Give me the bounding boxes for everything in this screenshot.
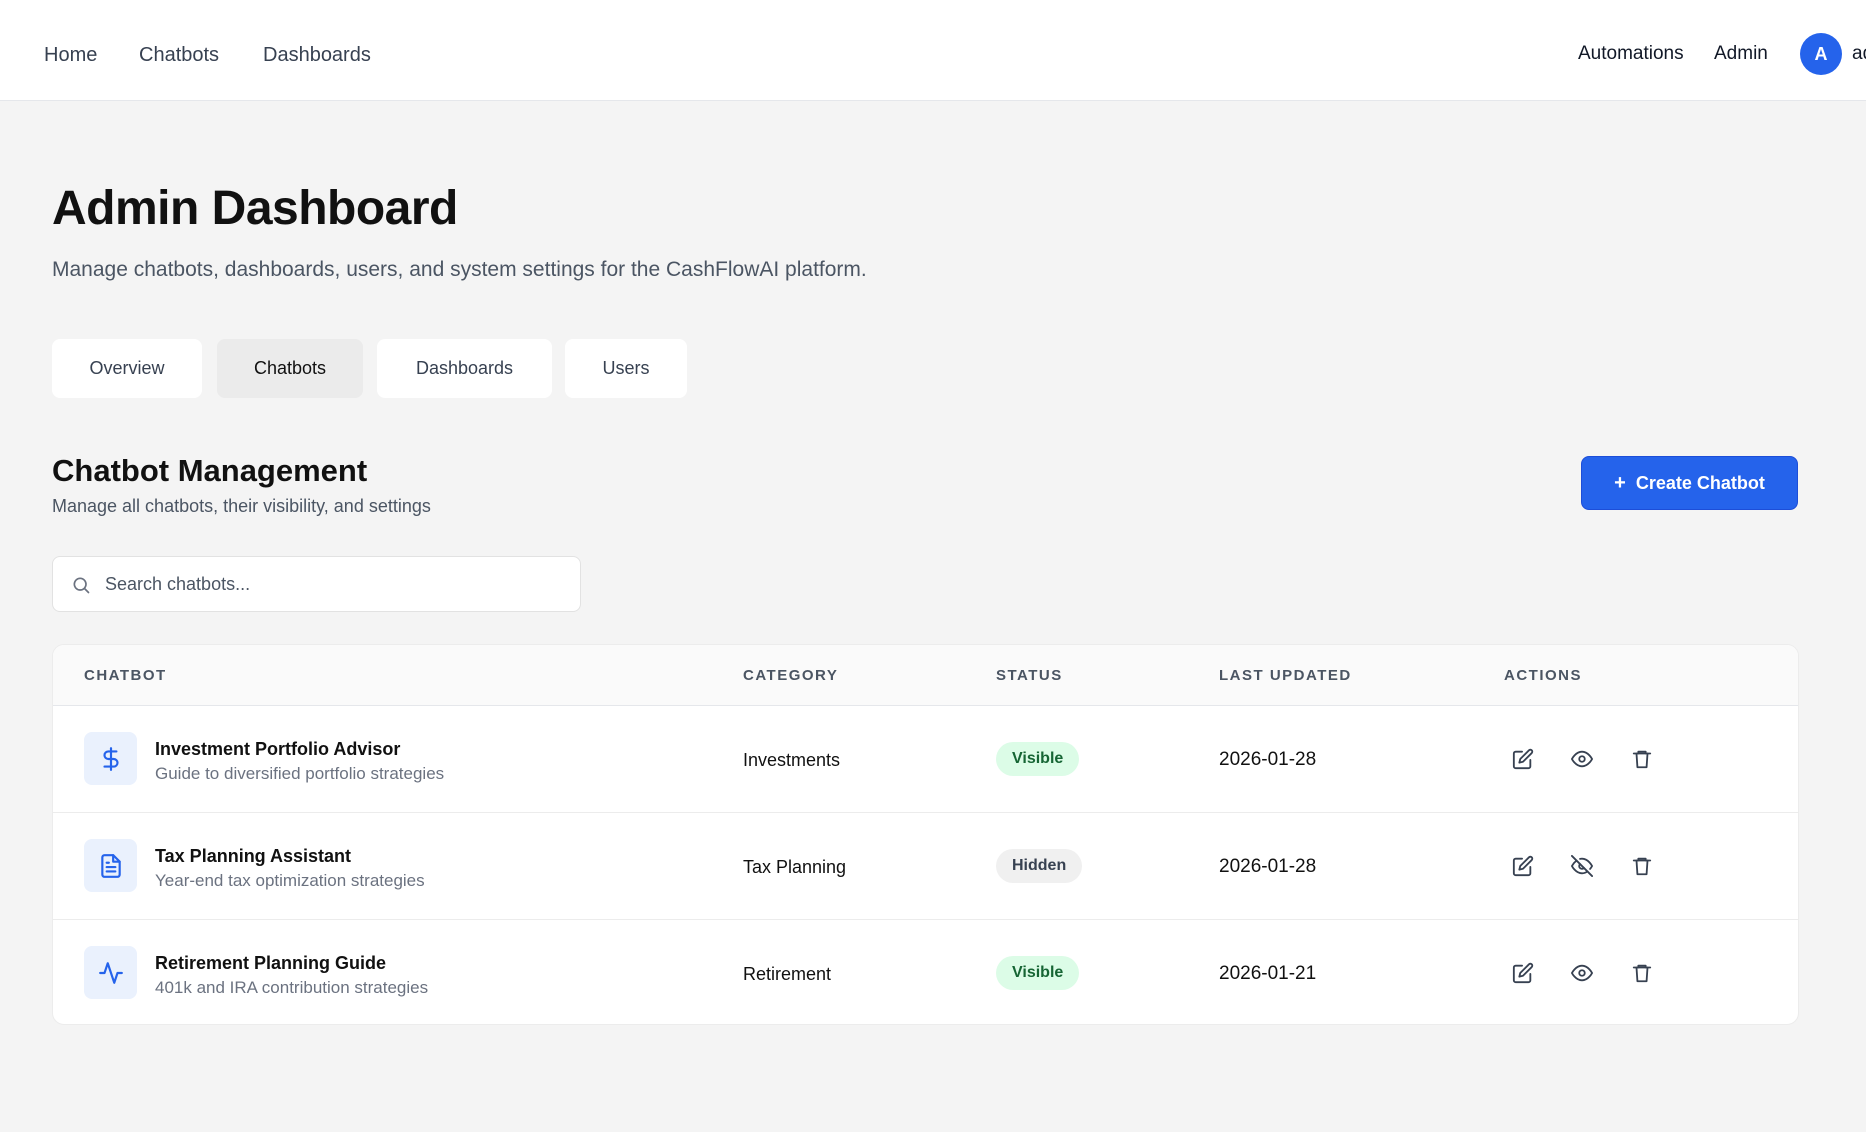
dollar-icon [102, 746, 119, 771]
chatbot-icon-tile [84, 839, 137, 892]
activity-icon [98, 961, 123, 984]
section-subtitle: Manage all chatbots, their visibility, a… [52, 496, 431, 516]
create-chatbot-label: Create Chatbot [1635, 472, 1765, 493]
nav-chatbots-link[interactable]: Chatbots [139, 43, 219, 67]
chatbot-table: CHATBOT CATEGORY STATUS LAST UPDATED ACT… [52, 644, 1799, 1025]
trash-icon [1632, 750, 1652, 769]
column-header-actions: ACTIONS [1504, 667, 1582, 684]
column-header-category: CATEGORY [743, 667, 839, 684]
table-row: Investment Portfolio Advisor Guide to di… [53, 706, 1798, 813]
chatbot-name[interactable]: Tax Planning Assistant [155, 845, 351, 867]
chatbot-category: Retirement [743, 964, 832, 984]
page-title: Admin Dashboard [52, 182, 458, 235]
trash-icon [1632, 857, 1652, 876]
column-header-status: STATUS [996, 667, 1063, 684]
edit-button[interactable] [1511, 854, 1535, 878]
chatbot-name[interactable]: Retirement Planning Guide [155, 952, 386, 974]
plus-icon: + [1614, 471, 1626, 494]
chatbot-category: Investments [743, 750, 841, 770]
edit-icon [1512, 855, 1534, 877]
chatbot-description: Year-end tax optimization strategies [155, 871, 425, 890]
toggle-visibility-button[interactable] [1570, 961, 1594, 985]
user-name[interactable]: ad [1852, 42, 1866, 66]
chatbot-description: 401k and IRA contribution strategies [155, 978, 429, 997]
tab-users[interactable]: Users [565, 339, 687, 398]
eye-off-icon [1571, 855, 1593, 877]
create-chatbot-button[interactable]: + Create Chatbot [1581, 456, 1798, 510]
status-badge: Hidden [996, 849, 1083, 883]
search-input[interactable] [105, 557, 575, 611]
user-avatar[interactable]: A [1800, 33, 1842, 75]
section-title: Chatbot Management [52, 453, 368, 488]
column-header-chatbot: CHATBOT [84, 667, 167, 684]
column-header-last-updated: LAST UPDATED [1219, 667, 1352, 684]
delete-button[interactable] [1630, 854, 1654, 878]
status-badge: Visible [996, 742, 1080, 776]
tab-dashboards[interactable]: Dashboards [377, 339, 552, 398]
search-box [52, 556, 581, 612]
last-updated: 2026-01-21 [1219, 963, 1317, 984]
trash-icon [1632, 964, 1652, 983]
tab-overview[interactable]: Overview [52, 339, 202, 398]
eye-icon [1571, 964, 1593, 982]
nav-dashboards-link[interactable]: Dashboards [263, 43, 371, 67]
top-nav: Home Chatbots Dashboards Automations Adm… [0, 0, 1866, 101]
delete-button[interactable] [1630, 747, 1654, 771]
last-updated: 2026-01-28 [1219, 856, 1317, 877]
last-updated: 2026-01-28 [1219, 749, 1317, 770]
edit-icon [1512, 962, 1534, 984]
nav-automations-link[interactable]: Automations [1578, 42, 1684, 66]
nav-home-link[interactable]: Home [44, 43, 97, 67]
eye-icon [1571, 750, 1593, 768]
edit-button[interactable] [1511, 747, 1535, 771]
edit-button[interactable] [1511, 961, 1535, 985]
chatbot-category: Tax Planning [743, 857, 847, 877]
edit-icon [1512, 748, 1534, 770]
nav-admin-link[interactable]: Admin [1714, 42, 1768, 66]
chatbot-icon-tile [84, 732, 137, 785]
toggle-visibility-button[interactable] [1570, 854, 1594, 878]
status-badge: Visible [996, 956, 1080, 990]
document-icon [100, 853, 121, 878]
search-icon [73, 577, 90, 594]
chatbot-description: Guide to diversified portfolio strategie… [155, 764, 445, 783]
toggle-visibility-button[interactable] [1570, 747, 1594, 771]
chatbot-name[interactable]: Investment Portfolio Advisor [155, 738, 400, 760]
page-subtitle: Manage chatbots, dashboards, users, and … [52, 258, 867, 281]
table-row: Retirement Planning Guide 401k and IRA c… [53, 920, 1798, 1024]
chatbot-icon-tile [84, 946, 137, 999]
delete-button[interactable] [1630, 961, 1654, 985]
tab-chatbots[interactable]: Chatbots [217, 339, 363, 398]
table-row: Tax Planning Assistant Year-end tax opti… [53, 813, 1798, 920]
table-header: CHATBOT CATEGORY STATUS LAST UPDATED ACT… [53, 645, 1798, 706]
